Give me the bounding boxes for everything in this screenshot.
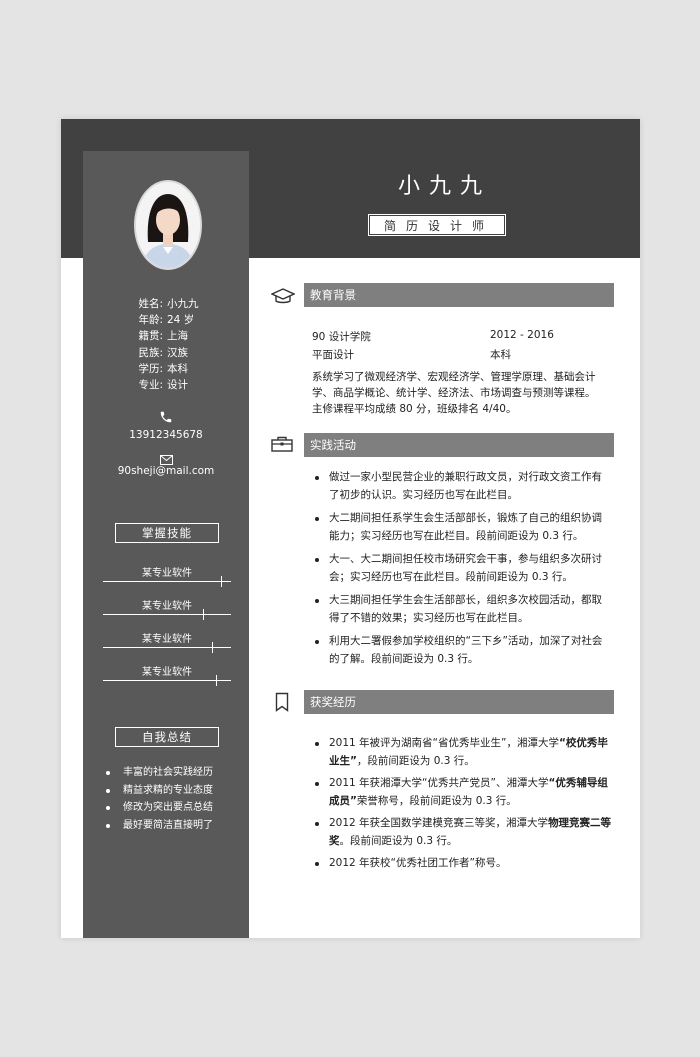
candidate-name: 小九九 — [397, 174, 491, 199]
list-item: 利用大二署假参加学校组织的“三下乡”活动，加深了对社会的了解。段前间距设为 0.… — [312, 633, 612, 668]
avatar — [134, 180, 202, 270]
sidebar: 姓名: 小九九 年龄: 24 岁 籍贯: 上海 民族: 汉族 学历: 本科 专业: 设计 1… — [83, 151, 249, 938]
skill-item: 某专业软件 — [103, 564, 231, 594]
list-item: 2011 年获湘潭大学“优秀共产党员”、湘潭大学“优秀辅导组成员”荣誉称号，段前… — [312, 775, 612, 810]
practice-heading: 实践活动 — [304, 433, 614, 457]
education-heading: 教育背景 — [304, 283, 614, 307]
list-item: 最好要简洁直接明了 — [101, 817, 241, 835]
resume-page: 小九九 简历设计师 姓名: 小九九 年龄: 24 岁 籍贯: 上海 民族: 汉族 学历:… — [61, 119, 640, 938]
list-item: 大一、大二期间担任校市场研究会干事，参与组织多次研讨会；实习经历也写在此栏目。段… — [312, 551, 612, 586]
skill-level-marker — [221, 576, 222, 587]
list-item: 大三期间担任学生会生活部部长，组织多次校园活动，都取得了不错的效果；实习经历也写… — [312, 592, 612, 627]
info-row: 学历: 本科 — [138, 362, 188, 375]
awards-list: 2011 年被评为湖南省“省优秀毕业生”，湘潭大学“校优秀毕业生”，段前间距设为… — [312, 735, 612, 878]
skill-item: 某专业软件 — [103, 630, 231, 660]
summary-heading: 自我总结 — [115, 727, 219, 747]
bookmark-icon — [275, 692, 289, 716]
list-item: 做过一家小型民营企业的兼职行政文员，对行政文资工作有了初步的认识。实习经历也写在… — [312, 469, 612, 504]
awards-heading: 获奖经历 — [304, 690, 614, 714]
avatar-portrait — [136, 182, 200, 268]
job-title-badge: 简历设计师 — [368, 214, 506, 236]
skill-track — [103, 680, 231, 681]
education-description: 系统学习了微观经济学、宏观经济学、管理学原理、基础会计学、商品学概论、统计学、经… — [312, 371, 596, 415]
list-item: 2011 年被评为湖南省“省优秀毕业生”，湘潭大学“校优秀毕业生”，段前间距设为… — [312, 735, 612, 770]
list-item: 丰富的社会实践经历 — [101, 764, 241, 782]
list-item: 精益求精的专业态度 — [101, 782, 241, 800]
briefcase-icon — [271, 436, 293, 456]
list-item: 2012 年获校“优秀社团工作者”称号。 — [312, 855, 612, 873]
skill-item: 某专业软件 — [103, 597, 231, 627]
phone-icon — [83, 409, 249, 428]
list-item: 大二期间担任系学生会生活部部长，锻炼了自己的组织协调能力；实习经历也写在此栏目。… — [312, 510, 612, 545]
graduation-cap-icon — [270, 288, 296, 308]
email-address: 90sheji@mail.com — [117, 465, 215, 477]
practice-list: 做过一家小型民营企业的兼职行政文员，对行政文资工作有了初步的认识。实习经历也写在… — [312, 469, 612, 674]
skill-level-marker — [216, 675, 217, 686]
skill-track — [103, 581, 231, 582]
info-row: 专业: 设计 — [138, 379, 188, 392]
summary-list: 丰富的社会实践经历 精益求精的专业态度 修改为突出要点总结 最好要简洁直接明了 — [101, 764, 241, 834]
list-item: 2012 年获全国数学建模竞赛三等奖，湘潭大学物理竞赛二等奖。段前间距设为 0.… — [312, 815, 612, 850]
skill-level-marker — [203, 609, 204, 620]
phone-number: 13912345678 — [129, 429, 203, 441]
info-row: 年龄: 24 岁 — [138, 314, 195, 327]
school-name: 90 设计学院 — [312, 331, 371, 343]
info-row: 民族: 汉族 — [138, 346, 188, 359]
study-years: 2012 - 2016 — [490, 329, 554, 341]
list-item: 修改为突出要点总结 — [101, 799, 241, 817]
personal-info: 姓名: 小九九 年龄: 24 岁 籍贯: 上海 民族: 汉族 学历: 本科 专业: 设计 — [83, 296, 249, 393]
skill-track — [103, 614, 231, 615]
info-row: 姓名: 小九九 — [138, 298, 199, 310]
info-row: 籍贯: 上海 — [138, 330, 188, 343]
skills-heading: 掌握技能 — [115, 523, 219, 543]
major: 平面设计 — [312, 349, 354, 361]
skill-level-marker — [212, 642, 213, 653]
skill-item: 某专业软件 — [103, 663, 231, 693]
degree: 本科 — [490, 349, 511, 361]
